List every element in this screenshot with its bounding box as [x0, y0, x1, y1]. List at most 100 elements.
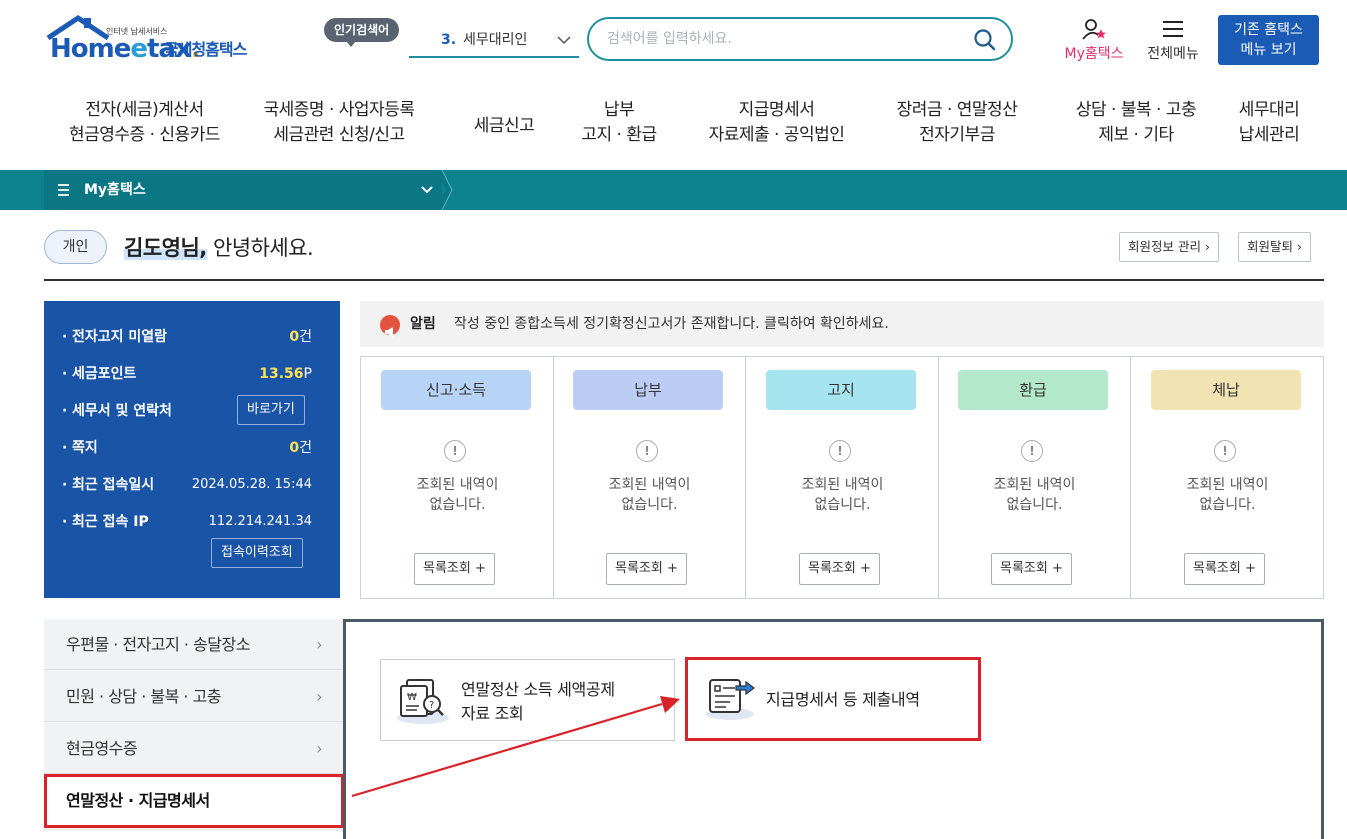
payment-statement-history-label: 지급명세서 등 제출내역: [766, 690, 920, 709]
member-info-button[interactable]: 회원정보 관리 ›: [1119, 232, 1219, 262]
side-item-civil[interactable]: 민원 · 상담 · 불복 · 고충 ›: [44, 671, 344, 722]
gnb-item-line2: 제보 · 기타: [1098, 125, 1174, 145]
side-item-cash-receipt[interactable]: 현금영수증 ›: [44, 723, 344, 774]
popular-search-select[interactable]: 3. 세무대리인: [409, 24, 579, 58]
chevron-down-icon: [420, 170, 434, 226]
bullet: ·: [62, 366, 68, 382]
gnb-item-line2: 고지 · 환급: [581, 125, 657, 145]
user-name: 김도영님,: [124, 236, 207, 260]
chevron-right-icon: ›: [316, 739, 322, 758]
status-col-filing: 신고·소득 ! 조회된 내역이 없습니다. 목록조회 +: [361, 357, 554, 598]
deduction-data-label: 연말정산 소득 세액공제자료 조회: [461, 678, 615, 726]
info-unread-notice[interactable]: · 전자고지 미열람 0건: [62, 325, 312, 349]
gnb-item-consult[interactable]: 상담 · 불복 · 고충제보 · 기타: [1056, 98, 1216, 154]
legacy-menu-line2: 메뉴 보기: [1240, 42, 1297, 58]
search-box: [587, 17, 1013, 61]
side-item-label: 우편물 · 전자고지 · 송달장소: [66, 635, 250, 654]
status-tab-arrears[interactable]: 체납: [1151, 370, 1301, 410]
gnb-item-line1: 상담 · 불복 · 고충: [1075, 100, 1197, 120]
user-type-badge: 개인: [44, 230, 107, 264]
bullet: ·: [62, 329, 68, 345]
gnb-item-line1: 세금신고: [473, 116, 535, 136]
gnb-item-line1: 국세증명 · 사업자등록: [263, 100, 415, 120]
info-memo[interactable]: · 쪽지 0건: [62, 436, 312, 460]
header: 인터넷 납세서비스 Homeetax. 국세청홈택스 인기검색어 3. 세무대리…: [0, 0, 1347, 170]
greeting-message: 안녕하세요.: [206, 236, 314, 260]
gnb-item-agent[interactable]: 세무대리납세관리: [1229, 98, 1309, 154]
gnb-item-line1: 전자(세금)계산서: [85, 100, 204, 120]
list-view-button[interactable]: 목록조회 +: [414, 553, 495, 585]
info-label: 쪽지: [72, 440, 98, 456]
divider: [44, 279, 1324, 281]
document-submit-icon: [704, 672, 760, 724]
info-tax-points[interactable]: · 세금포인트 13.56P: [62, 362, 312, 386]
status-tab-notice[interactable]: 고지: [766, 370, 916, 410]
hamburger-icon: [1163, 20, 1183, 42]
card-line1: 연말정산 소득 세액공제: [461, 680, 615, 699]
all-menu-button[interactable]: 전체메뉴: [1140, 18, 1206, 66]
tax-office-shortcut-button[interactable]: 바로가기: [237, 395, 305, 425]
breadcrumb-label: My홈택스: [84, 182, 146, 198]
gnb-item-line2: 납세관리: [1238, 125, 1300, 145]
hometax-logo[interactable]: 인터넷 납세서비스 Homeetax. 국세청홈택스: [44, 14, 264, 70]
status-tab-payment[interactable]: 납부: [573, 370, 723, 410]
status-col-notice: 고지 ! 조회된 내역이 없습니다. 목록조회 +: [746, 357, 939, 598]
deduction-data-card[interactable]: ₩ ? 연말정산 소득 세액공제 자료 조회: [380, 659, 675, 741]
info-last-login: · 최근 접속일시 2024.05.28. 15:44: [62, 473, 312, 497]
side-item-mail[interactable]: 우편물 · 전자고지 · 송달장소 ›: [44, 619, 344, 670]
menu-lines-icon: [58, 170, 70, 226]
card-line2: 자료 조회: [461, 704, 524, 723]
status-tab-refund[interactable]: 환급: [958, 370, 1108, 410]
gnb-item-payment[interactable]: 납부고지 · 환급: [569, 98, 669, 154]
account-info-panel: · 전자고지 미열람 0건 · 세금포인트 13.56P · 세무서 및 연락처 바로…: [44, 301, 340, 598]
list-view-button[interactable]: 목록조회 +: [991, 553, 1072, 585]
gnb-item-line1: 장려금 · 연말정산: [896, 100, 1018, 120]
gnb-item-line2: 세금관련 신청/신고: [273, 125, 405, 145]
gnb-item-einvoice[interactable]: 전자(세금)계산서 현금영수증 · 신용카드: [52, 98, 237, 154]
list-view-button[interactable]: 목록조회 +: [1184, 553, 1265, 585]
payment-statement-history-card[interactable]: 지급명세서 등 제출내역: [685, 657, 981, 741]
status-grid: 신고·소득 ! 조회된 내역이 없습니다. 목록조회 + 납부 ! 조회된 내역…: [360, 356, 1324, 599]
gnb-item-line1: 세무대리: [1238, 100, 1300, 120]
info-value: 112.214.241.34: [208, 514, 312, 529]
withdraw-button[interactable]: 회원탈퇴 ›: [1238, 232, 1311, 262]
empty-message: 조회된 내역이 없습니다.: [801, 477, 884, 513]
notice-bar[interactable]: 알림 작성 중인 종합소득세 정기확정신고서가 존재합니다. 클릭하여 확인하세…: [360, 301, 1324, 347]
info-label: 세금포인트: [72, 366, 137, 382]
content-panel: ₩ ? 연말정산 소득 세액공제 자료 조회 지급명세서 등 제출내역: [343, 619, 1324, 839]
side-item-year-end[interactable]: 연말정산 · 지급명세서: [44, 774, 344, 828]
gnb-item-certificate[interactable]: 국세증명 · 사업자등록세금관련 신청/신고: [254, 98, 424, 154]
svg-text:?: ?: [429, 700, 434, 711]
info-exclamation-icon: !: [1214, 440, 1236, 462]
info-label: 최근 접속 IP: [72, 514, 149, 530]
legacy-menu-button[interactable]: 기존 홈택스 메뉴 보기: [1218, 15, 1319, 65]
bullet: ·: [62, 403, 68, 419]
chevron-right-icon: ›: [316, 687, 322, 706]
bullet: ·: [62, 477, 68, 493]
list-view-button[interactable]: 목록조회 +: [799, 553, 880, 585]
popular-search-badge: 인기검색어: [324, 18, 400, 47]
status-col-payment: 납부 ! 조회된 내역이 없습니다. 목록조회 +: [553, 357, 746, 598]
bullet: ·: [62, 514, 68, 530]
greeting-text: 김도영님, 안녕하세요.: [124, 232, 314, 264]
my-hometax-button[interactable]: My홈택스: [1058, 18, 1130, 66]
info-exclamation-icon: !: [444, 440, 466, 462]
side-item-label: 연말정산 · 지급명세서: [66, 791, 210, 810]
info-exclamation-icon: !: [636, 440, 658, 462]
search-input[interactable]: [607, 27, 967, 51]
info-label: 전자고지 미열람: [72, 329, 168, 345]
search-icon[interactable]: [973, 28, 997, 52]
gnb-item-payment-statement[interactable]: 지급명세서 자료제출 · 공익법인: [694, 98, 859, 154]
gnb-item-line1: 납부: [603, 100, 635, 120]
gnb-item-incentive[interactable]: 장려금 · 연말정산 전자기부금: [882, 98, 1032, 154]
status-col-refund: 환급 ! 조회된 내역이 없습니다. 목록조회 +: [938, 357, 1131, 598]
gnb-item-tax-return[interactable]: 세금신고: [454, 98, 554, 154]
chevron-right-icon: ›: [316, 635, 322, 654]
list-view-button[interactable]: 목록조회 +: [606, 553, 687, 585]
all-menu-label: 전체메뉴: [1147, 46, 1199, 62]
login-history-button[interactable]: 접속이력조회: [211, 538, 303, 568]
breadcrumb[interactable]: My홈택스: [44, 170, 442, 210]
chevron-down-icon: [557, 24, 571, 68]
logo-agency-name: 국세청홈택스: [164, 40, 247, 59]
status-tab-filing[interactable]: 신고·소득: [381, 370, 531, 410]
